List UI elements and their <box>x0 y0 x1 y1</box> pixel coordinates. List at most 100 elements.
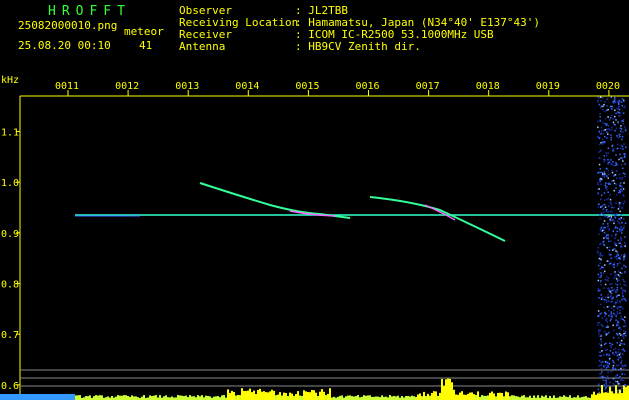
noise-pixel <box>621 387 623 390</box>
amplitude-bar <box>247 390 249 400</box>
noise-pixel <box>606 246 608 249</box>
amplitude-bar <box>253 390 255 400</box>
noise-pixel <box>610 346 612 349</box>
noise-pixel <box>607 225 609 227</box>
noise-pixel <box>621 298 623 301</box>
amplitude-bar <box>329 388 331 400</box>
amplitude-bar <box>313 390 315 400</box>
noise-pixel <box>608 263 611 265</box>
amplitude-bar <box>443 385 445 400</box>
noise-pixel <box>613 182 616 185</box>
noise-pixel <box>618 326 621 329</box>
noise-pixel <box>599 243 602 245</box>
amplitude-bar <box>493 393 495 400</box>
noise-pixel <box>598 343 601 345</box>
amplitude-bar <box>419 393 421 400</box>
noise-pixel <box>614 129 616 132</box>
noise-pixel <box>598 163 601 166</box>
noise-pixel <box>597 192 600 194</box>
noise-pixel <box>597 310 600 312</box>
noise-pixel <box>619 153 621 156</box>
noise-pixel <box>599 252 602 254</box>
noise-pixel <box>613 277 615 279</box>
noise-pixel <box>620 362 622 364</box>
y-tick-group: 1.1 1.0 0.9 0.8 0.7 0.6 <box>1 127 20 392</box>
amplitude-bar <box>207 396 209 400</box>
amplitude-bar <box>517 396 519 400</box>
noise-pixel <box>601 172 604 174</box>
noise-pixel <box>606 301 608 303</box>
noise-pixel <box>603 220 606 222</box>
amplitude-bar <box>613 393 615 400</box>
noise-pixel <box>603 175 605 177</box>
noise-pixel <box>597 99 599 102</box>
noise-pixel <box>611 171 614 174</box>
noise-pixel <box>624 175 626 178</box>
noise-pixel <box>617 306 620 308</box>
amplitude-bar <box>185 395 187 400</box>
noise-pixel <box>622 366 624 368</box>
amplitude-bar <box>151 396 153 400</box>
noise-pixel <box>610 136 612 139</box>
noise-pixel <box>616 299 619 302</box>
noise-pixel <box>615 225 617 227</box>
noise-pixel <box>603 103 605 106</box>
noise-pixel <box>616 377 619 379</box>
noise-pixel <box>599 120 602 122</box>
noise-pixel <box>621 138 623 141</box>
noise-pixel <box>603 287 605 289</box>
noise-pixel <box>623 368 626 371</box>
noise-pixel <box>608 260 610 262</box>
noise-pixel <box>598 203 600 205</box>
amplitude-bar <box>607 392 609 400</box>
noise-pixel <box>620 178 623 180</box>
noise-pixel <box>621 294 624 296</box>
noise-pixel <box>609 119 611 121</box>
amplitude-bar <box>181 395 183 400</box>
noise-pixel <box>598 233 600 235</box>
noise-pixel <box>624 334 627 337</box>
noise-pixel <box>604 184 607 186</box>
noise-pixel <box>608 182 610 185</box>
noise-pixel <box>616 289 618 291</box>
amplitude-bar <box>239 395 241 400</box>
amplitude-bar <box>611 391 613 400</box>
noise-pixel <box>606 321 608 323</box>
noise-pixel <box>618 218 620 220</box>
amplitude-bar <box>237 395 239 400</box>
noise-pixel <box>597 287 599 290</box>
noise-pixel <box>623 126 626 128</box>
amplitude-bar <box>97 395 99 400</box>
noise-pixel <box>616 324 618 327</box>
amplitude-bar <box>121 395 123 400</box>
noise-pixel <box>610 217 613 219</box>
noise-pixel <box>607 152 609 154</box>
noise-pixel <box>599 115 601 118</box>
amplitude-bar <box>473 394 475 400</box>
noise-pixel <box>606 260 609 262</box>
noise-pixel <box>610 301 612 303</box>
amplitude-bar <box>197 395 199 400</box>
amplitude-bar <box>449 378 451 400</box>
amplitude-bar <box>77 395 79 400</box>
amplitude-bar <box>537 395 539 400</box>
noise-pixel <box>601 143 604 145</box>
noise-pixel <box>608 229 610 231</box>
noise-pixel <box>609 201 611 204</box>
noise-pixel <box>607 277 610 279</box>
noise-pixel <box>621 98 624 100</box>
noise-pixel <box>622 342 624 345</box>
noise-pixel <box>610 203 613 206</box>
amplitude-bar <box>405 396 407 400</box>
noise-pixel <box>612 289 614 292</box>
noise-pixel <box>598 329 600 331</box>
noise-pixel <box>600 171 602 174</box>
amplitude-bar <box>615 385 617 400</box>
amplitude-bar <box>439 392 441 400</box>
noise-pixel <box>605 364 607 366</box>
amplitude-bar <box>345 396 347 400</box>
noise-pixel <box>598 97 601 99</box>
noise-pixel <box>621 379 623 381</box>
noise-pixel <box>605 234 608 237</box>
noise-pixel <box>616 342 618 344</box>
